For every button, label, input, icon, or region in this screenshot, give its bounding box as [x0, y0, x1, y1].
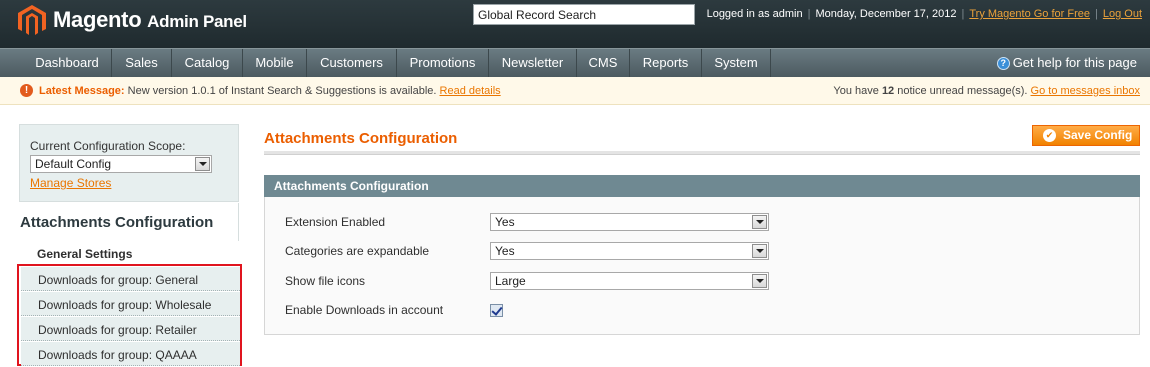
- notice-summary-prefix: You have: [833, 85, 879, 97]
- scope-select[interactable]: Default Config: [30, 155, 212, 173]
- chevron-down-icon[interactable]: [752, 215, 767, 229]
- header-links: Logged in as admin | Monday, December 17, …: [706, 8, 1142, 20]
- nav-newsletter[interactable]: Newsletter: [489, 49, 577, 77]
- sidebar-item-downloads-retailer[interactable]: Downloads for group: Retailer: [21, 317, 240, 341]
- exclamation-icon: !: [20, 84, 33, 97]
- logged-in-text: Logged in as admin: [706, 8, 803, 20]
- show-file-icons-value: Large: [495, 274, 526, 288]
- chevron-down-icon[interactable]: [195, 157, 210, 171]
- save-config-button[interactable]: ✔ Save Config: [1032, 125, 1140, 146]
- brand-subtitle: Admin Panel: [147, 12, 247, 31]
- sidebar-title: Attachments Configuration: [19, 203, 239, 241]
- notice-count: 12: [881, 85, 895, 97]
- highlighted-tab-group: Downloads for group: General Downloads f…: [17, 264, 242, 366]
- current-date: Monday, December 17, 2012: [815, 8, 957, 20]
- nav-customers[interactable]: Customers: [307, 49, 397, 77]
- global-search-input[interactable]: [473, 4, 695, 25]
- manage-stores-link[interactable]: Manage Stores: [30, 176, 111, 190]
- nav-cms[interactable]: CMS: [577, 49, 630, 77]
- nav-mobile[interactable]: Mobile: [243, 49, 307, 77]
- messages-inbox-link[interactable]: Go to messages inbox: [1031, 85, 1140, 97]
- magento-logo-icon[interactable]: [18, 5, 46, 37]
- help-label: Get help for this page: [1012, 55, 1137, 70]
- nav-sales[interactable]: Sales: [112, 49, 172, 77]
- sidebar-item-downloads-general[interactable]: Downloads for group: General: [21, 267, 240, 291]
- categories-expandable-label: Categories are expandable: [285, 244, 430, 258]
- latest-message-text: New version 1.0.1 of Instant Search & Su…: [127, 85, 437, 97]
- sidebar-item-downloads-qaaaa[interactable]: Downloads for group: QAAAA: [21, 342, 240, 366]
- chevron-down-icon[interactable]: [752, 274, 767, 288]
- enable-downloads-checkbox[interactable]: [490, 304, 503, 317]
- categories-expandable-value: Yes: [495, 244, 515, 258]
- latest-message-label: Latest Message:: [39, 85, 125, 97]
- notice-summary: You have 12 notice unread message(s). Go…: [833, 85, 1140, 97]
- help-icon: ?: [996, 57, 1010, 70]
- chevron-down-icon[interactable]: [752, 244, 767, 258]
- main-nav: Dashboard Sales Catalog Mobile Customers…: [0, 48, 1150, 77]
- nav-promotions[interactable]: Promotions: [397, 49, 489, 77]
- enable-downloads-label: Enable Downloads in account: [285, 303, 444, 317]
- nav-dashboard[interactable]: Dashboard: [23, 49, 112, 77]
- nav-catalog[interactable]: Catalog: [172, 49, 243, 77]
- nav-system[interactable]: System: [702, 49, 771, 77]
- page-title: Attachments Configuration: [264, 130, 458, 147]
- nav-reports[interactable]: Reports: [630, 49, 702, 77]
- show-file-icons-select[interactable]: Large: [490, 272, 769, 290]
- section-header[interactable]: Attachments Configuration: [264, 175, 1140, 197]
- scope-label: Current Configuration Scope:: [30, 139, 186, 153]
- save-config-label: Save Config: [1063, 128, 1133, 142]
- try-magento-go-link[interactable]: Try Magento Go for Free: [969, 8, 1090, 20]
- scope-select-value: Default Config: [35, 157, 112, 171]
- sidebar-item-downloads-wholesale[interactable]: Downloads for group: Wholesale: [21, 292, 240, 316]
- notice-summary-suffix: notice unread message(s).: [897, 85, 1028, 97]
- read-details-link[interactable]: Read details: [440, 85, 501, 97]
- checkmark-icon: ✔: [1043, 129, 1056, 142]
- extension-enabled-select[interactable]: Yes: [490, 213, 769, 231]
- extension-enabled-label: Extension Enabled: [285, 215, 386, 229]
- help-link[interactable]: ? Get help for this page: [996, 55, 1137, 70]
- extension-enabled-value: Yes: [495, 215, 515, 229]
- logout-link[interactable]: Log Out: [1103, 8, 1142, 20]
- header-bar: Magento Admin Panel Logged in as admin|M…: [0, 0, 1150, 48]
- show-file-icons-label: Show file icons: [285, 274, 366, 288]
- config-scope-box: Current Configuration Scope: Default Con…: [19, 124, 239, 202]
- notice-bar: ! Latest Message: New version 1.0.1 of I…: [0, 77, 1150, 105]
- latest-message: Latest Message: New version 1.0.1 of Ins…: [39, 85, 501, 97]
- brand-name: Magento: [53, 7, 142, 32]
- title-divider: [264, 151, 1140, 155]
- sidebar-item-general-settings[interactable]: General Settings: [19, 241, 239, 266]
- categories-expandable-select[interactable]: Yes: [490, 242, 769, 260]
- brand-title[interactable]: Magento Admin Panel: [53, 7, 247, 33]
